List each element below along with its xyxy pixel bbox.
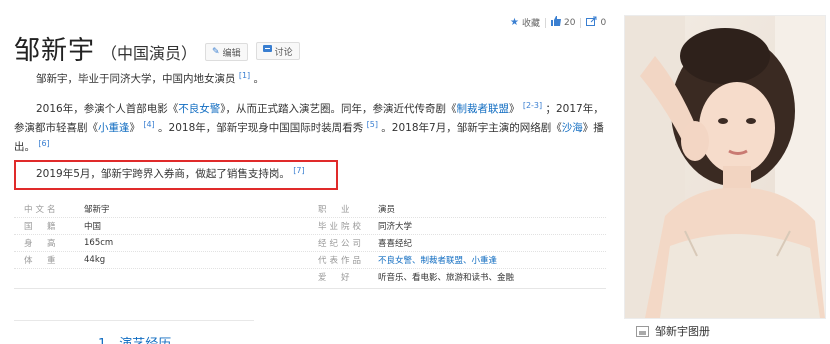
highlight-text: 2019年5月，邹新宇跨界入券商，做起了销售支持岗。 <box>36 168 290 180</box>
info-key: 身 高 <box>24 238 59 249</box>
drama-link[interactable]: 制裁者联盟 <box>456 103 509 115</box>
like-count: 20 <box>563 17 576 28</box>
discuss-button[interactable]: 讨论 <box>255 42 300 60</box>
share-icon <box>586 16 597 29</box>
info-key: 代表作品 <box>318 255 365 266</box>
info-row: 职 业 演员 <box>308 200 395 217</box>
collect-label: 收藏 <box>521 19 540 29</box>
table-of-contents: 1 演艺经历 <box>14 320 254 344</box>
info-value: 喜喜经纪 <box>378 238 413 249</box>
drama-link[interactable]: 沙海 <box>562 122 583 134</box>
title-row: 邹新宇 （中国演员） ✎ 编辑 讨论 <box>14 30 300 67</box>
reference-link[interactable]: [4] <box>143 120 154 129</box>
divider <box>544 17 546 28</box>
career-text: ；2017年， <box>545 103 604 115</box>
intro-tail: 。 <box>253 73 265 85</box>
discuss-label: 讨论 <box>274 47 293 58</box>
portrait-photo[interactable] <box>624 15 826 319</box>
edit-label: 编辑 <box>222 48 241 59</box>
career-text: 。2018年，邹新宇现身中国国际时装周看秀 <box>158 122 364 134</box>
career-text: 》，从而正式踏入演艺圈。同年，参演近代传奇剧《 <box>220 103 457 115</box>
page-title: 邹新宇 <box>14 36 96 66</box>
info-value: 165cm <box>84 237 114 248</box>
thumbs-up-icon <box>550 16 561 29</box>
career-text: 。2018年7月，邹新宇主演的网络剧《 <box>381 122 562 134</box>
info-value: 听音乐、看电影、旅游和读书、金融 <box>378 272 515 283</box>
info-row: 经纪公司 喜喜经纪 <box>308 234 412 251</box>
info-key: 体 重 <box>24 255 59 266</box>
info-key: 经纪公司 <box>318 238 365 249</box>
edit-button[interactable]: ✎ 编辑 <box>205 43 248 61</box>
info-row: 代表作品 不良女警、制裁者联盟、小重逢 <box>308 251 497 268</box>
info-key: 国 籍 <box>24 221 59 232</box>
reference-link[interactable]: [5] <box>367 120 378 129</box>
film-link[interactable]: 不良女警 <box>178 103 220 115</box>
star-icon: ★ <box>510 17 519 28</box>
album-link[interactable]: 邹新宇图册 <box>636 323 710 339</box>
works-link[interactable]: 不良女警、制裁者联盟、小重逢 <box>378 254 497 266</box>
career-text: 》 <box>129 122 141 134</box>
info-value: 44kg <box>84 254 106 265</box>
portrait-image <box>625 16 825 318</box>
highlight-paragraph: 2019年5月，邹新宇跨界入券商，做起了销售支持岗。 [7] <box>36 166 305 181</box>
info-key: 毕业院校 <box>318 221 365 232</box>
drama-link[interactable]: 小重逢 <box>98 122 130 134</box>
info-row: 国 籍 中国 <box>14 217 101 234</box>
toc-item[interactable]: 1 演艺经历 <box>98 333 171 344</box>
info-key: 中文名 <box>24 204 59 215</box>
info-row: 爱 好 听音乐、看电影、旅游和读书、金融 <box>308 268 514 285</box>
top-actions: ★ 收藏 20 0 <box>510 16 606 29</box>
info-key: 爱 好 <box>318 272 353 283</box>
divider <box>14 217 606 218</box>
reference-link[interactable]: [7] <box>293 166 304 175</box>
divider <box>580 17 582 28</box>
like-button[interactable]: 20 <box>550 16 576 29</box>
info-key: 职 业 <box>318 204 353 215</box>
career-text: 》 <box>508 103 520 115</box>
career-text: 》播 <box>582 122 604 134</box>
info-value: 演员 <box>378 204 396 215</box>
career-paragraph: 2016年，参演个人首部电影《不良女警》，从而正式踏入演艺圈。同年，参演近代传奇… <box>14 100 606 157</box>
page-subtitle: （中国演员） <box>101 44 198 63</box>
divider <box>14 234 606 235</box>
reference-link[interactable]: [1] <box>239 71 250 80</box>
pencil-icon: ✎ <box>212 47 220 57</box>
intro-text: 邹新宇，毕业于同济大学，中国内地女演员 <box>36 73 236 85</box>
reference-link[interactable]: [6] <box>38 139 49 148</box>
album-label: 邹新宇图册 <box>655 325 710 338</box>
reference-link[interactable]: [2-3] <box>523 101 542 110</box>
info-value: 邹新宇 <box>84 204 110 215</box>
divider <box>14 251 606 252</box>
divider <box>14 288 606 289</box>
intro-paragraph: 邹新宇，毕业于同济大学，中国内地女演员 [1] 。 <box>14 70 606 89</box>
share-button[interactable]: 0 <box>586 16 606 29</box>
share-count: 0 <box>600 17 607 28</box>
image-icon <box>636 325 649 337</box>
info-row: 毕业院校 同济大学 <box>308 217 412 234</box>
info-row: 中文名 邹新宇 <box>14 200 110 217</box>
career-text: 2016年，参演个人首部电影《 <box>36 103 179 115</box>
info-row: 身 高 165cm <box>14 234 113 251</box>
chat-icon <box>262 45 272 57</box>
info-value: 中国 <box>84 221 102 232</box>
career-text: 出。 <box>14 141 35 153</box>
collect-button[interactable]: ★ 收藏 <box>510 16 540 29</box>
info-row: 体 重 44kg <box>14 251 105 268</box>
career-text: 参演都市轻喜剧《 <box>14 122 98 134</box>
divider <box>14 268 606 269</box>
info-value: 同济大学 <box>378 221 413 232</box>
